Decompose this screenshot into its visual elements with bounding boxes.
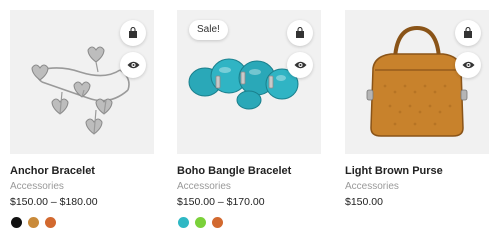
color-swatch[interactable] [11, 217, 22, 228]
sale-badge: Sale! [189, 20, 228, 40]
product-name[interactable]: Anchor Bracelet [10, 165, 95, 177]
shopping-bag-icon [129, 27, 137, 38]
product-category[interactable]: Accessories [345, 181, 399, 192]
eye-icon [127, 61, 139, 69]
product-category[interactable]: Accessories [177, 181, 231, 192]
color-swatches [178, 217, 223, 228]
quick-view-button[interactable] [287, 52, 313, 78]
color-swatch[interactable] [212, 217, 223, 228]
product-image[interactable] [345, 10, 489, 154]
shopping-bag-icon [464, 27, 472, 38]
color-swatch[interactable] [45, 217, 56, 228]
product-price: $150.00 – $170.00 [177, 196, 265, 208]
color-swatch[interactable] [178, 217, 189, 228]
color-swatch[interactable] [195, 217, 206, 228]
add-to-cart-button[interactable] [455, 20, 481, 46]
add-to-cart-button[interactable] [120, 20, 146, 46]
product-name[interactable]: Boho Bangle Bracelet [177, 165, 291, 177]
eye-icon [462, 61, 474, 69]
product-card: Anchor Bracelet Accessories $150.00 – $1… [10, 10, 154, 238]
product-card: Sale! Boho Bangle Bracelet Accessories $… [177, 10, 321, 238]
product-price: $150.00 [345, 196, 383, 208]
quick-view-button[interactable] [455, 52, 481, 78]
add-to-cart-button[interactable] [287, 20, 313, 46]
product-category[interactable]: Accessories [10, 181, 64, 192]
color-swatches [11, 217, 56, 228]
eye-icon [294, 61, 306, 69]
product-image[interactable]: Sale! [177, 10, 321, 154]
product-name[interactable]: Light Brown Purse [345, 165, 443, 177]
product-image[interactable] [10, 10, 154, 154]
color-swatch[interactable] [28, 217, 39, 228]
quick-view-button[interactable] [120, 52, 146, 78]
shopping-bag-icon [296, 27, 304, 38]
product-price: $150.00 – $180.00 [10, 196, 98, 208]
product-card: Light Brown Purse Accessories $150.00 [345, 10, 489, 238]
